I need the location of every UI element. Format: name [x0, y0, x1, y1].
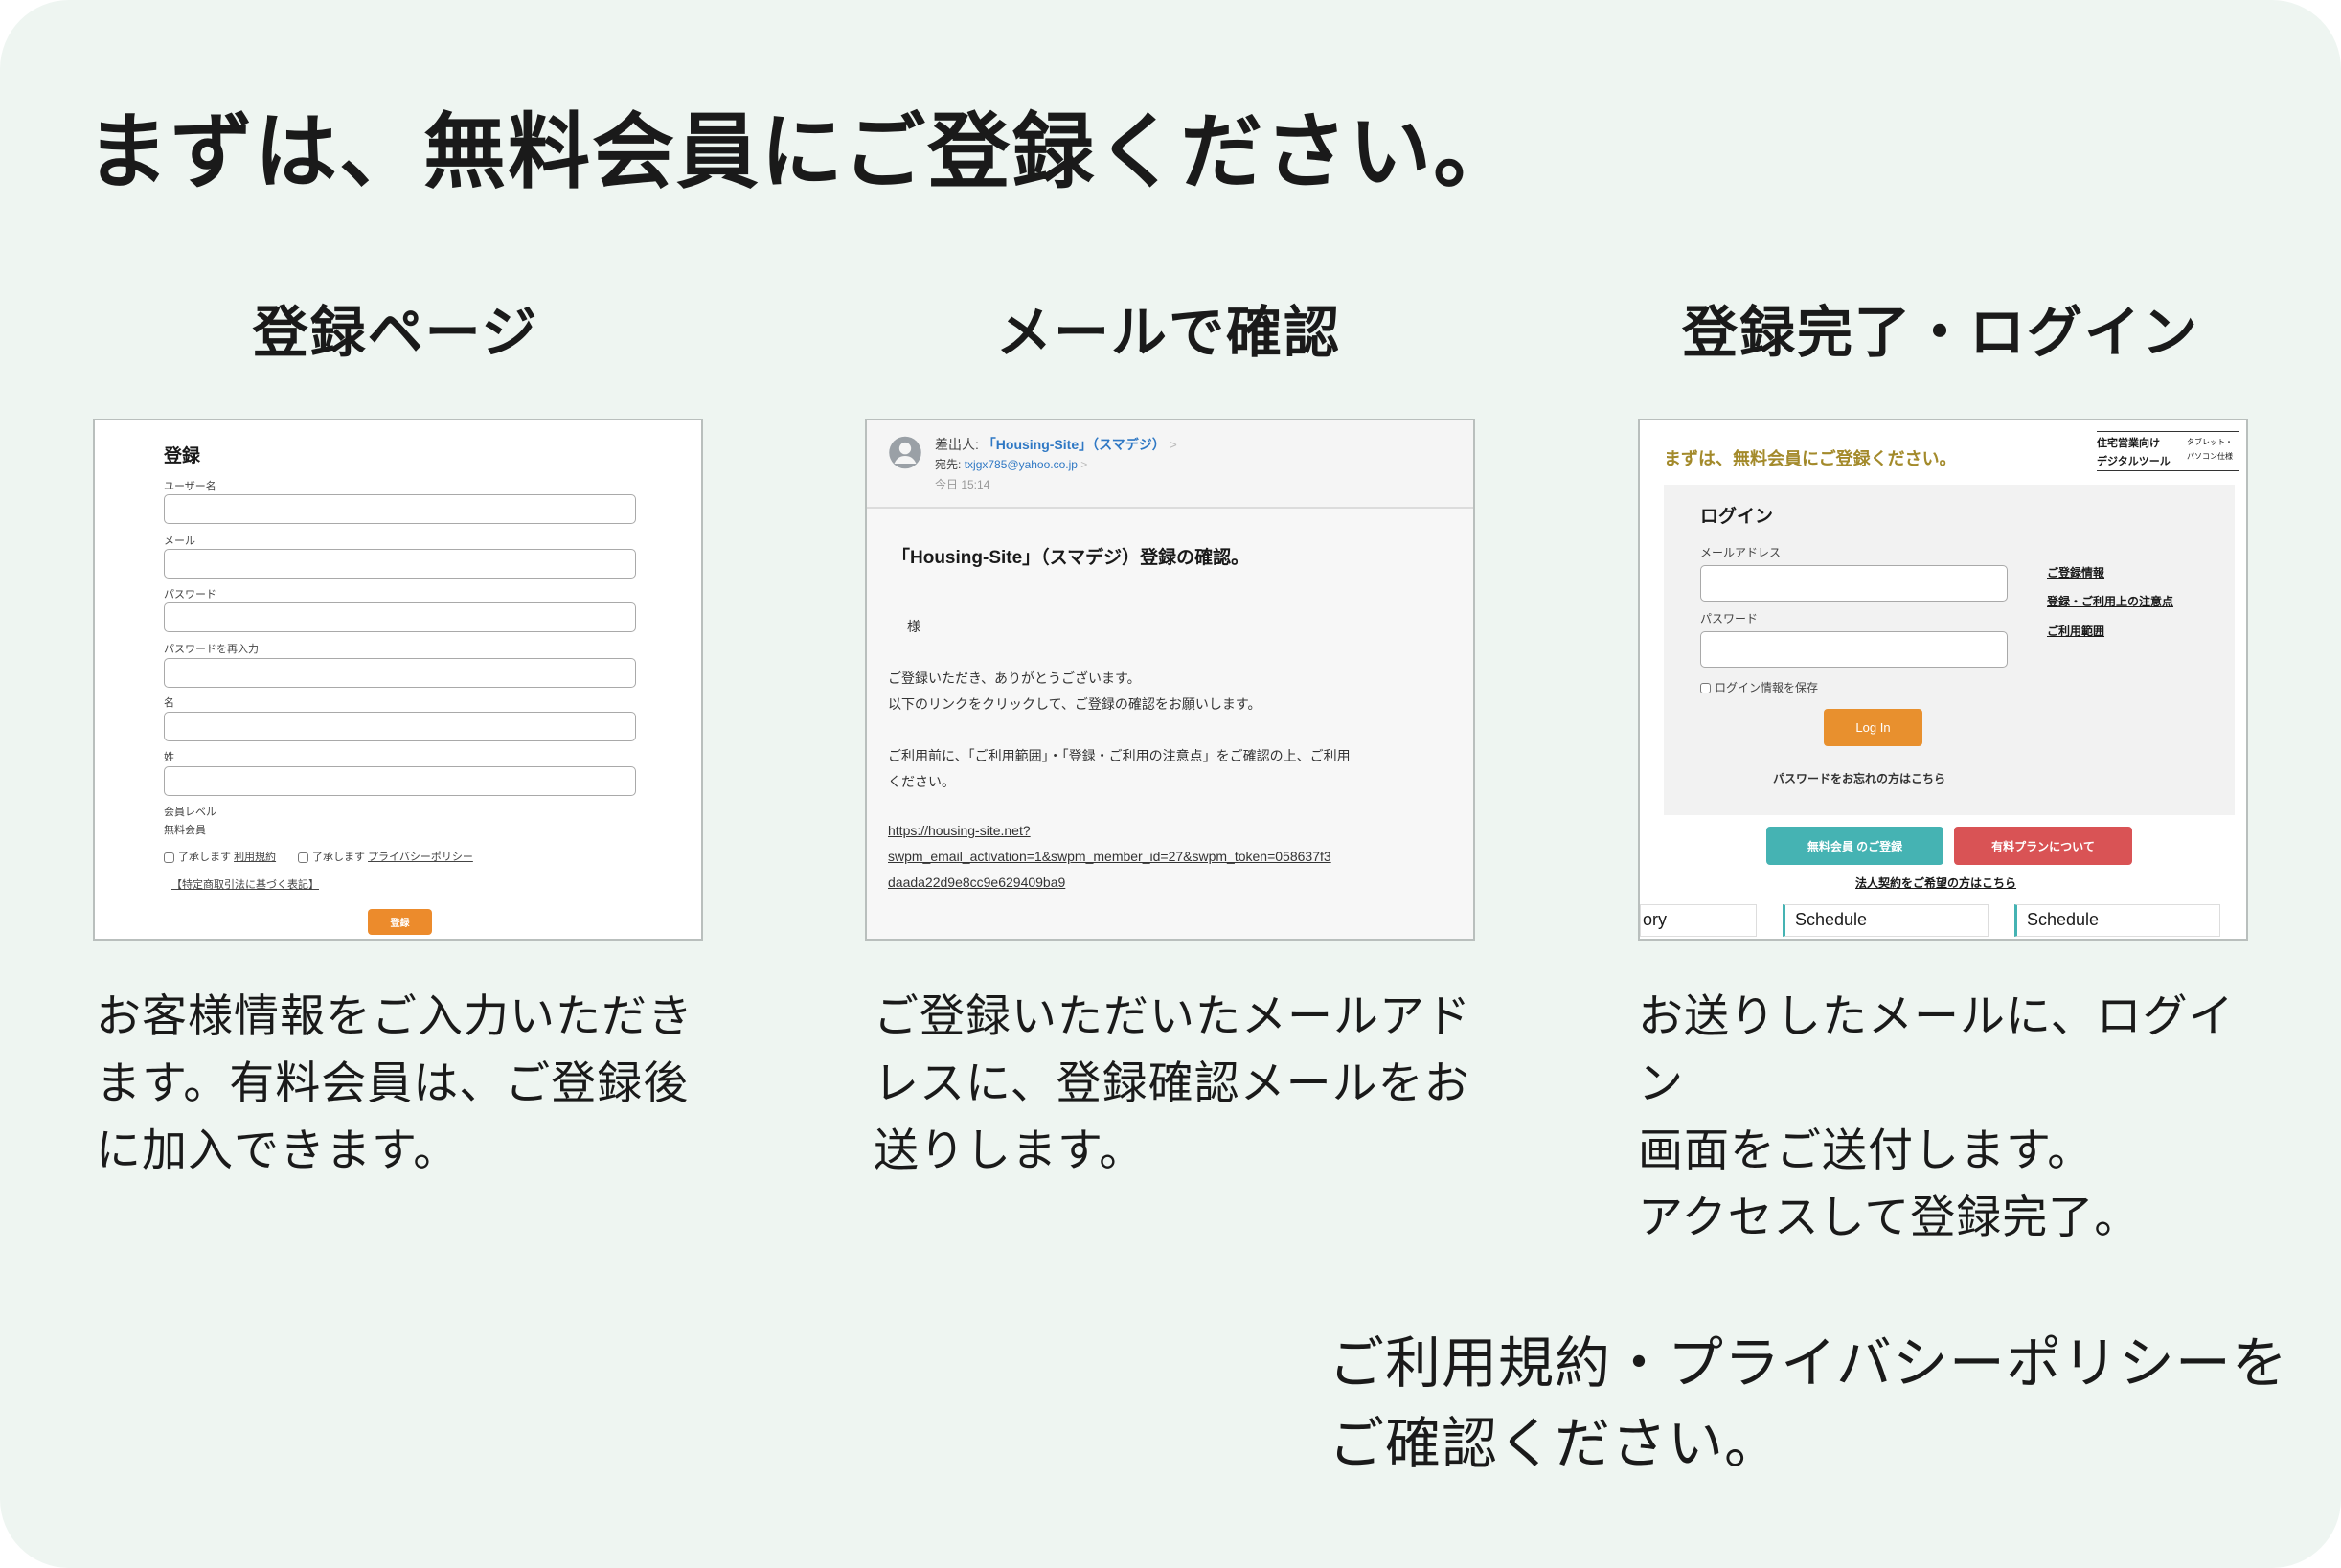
level-value: 無料会員 [164, 825, 206, 836]
activation-link[interactable]: daada22d9e8cc9e629409ba9 [888, 875, 1065, 890]
field-label: パスワード [164, 589, 216, 601]
schedule-card[interactable]: Schedule [2014, 904, 2220, 937]
form-heading: 登録 [164, 446, 201, 466]
login-banner: まずは、無料会員にご登録ください。 [1664, 449, 1957, 468]
privacy-checkbox[interactable] [298, 852, 308, 863]
field-label: 姓 [164, 752, 174, 763]
field-label: メール [164, 535, 195, 547]
salutation: 様 [907, 619, 920, 634]
first-name-input[interactable] [164, 712, 636, 741]
body-line: 以下のリンクをクリックして、ご登録の確認をお願いします。 [888, 696, 1261, 712]
field-label: パスワードを再入力 [164, 644, 259, 655]
to-line: 宛先: txjgx785@yahoo.co.jp > [935, 458, 1088, 471]
login-email-input[interactable] [1700, 565, 2008, 602]
confirmation-email-screenshot: 差出人: 「Housing-Site」（スマデジ） > 宛先: txjgx785… [865, 419, 1475, 941]
side-link-registration-info[interactable]: ご登録情報 [2047, 564, 2104, 580]
body-line: ご利用前に、「ご利用範囲」・「登録・ご利用の注意点」をご確認の上、ご利用 [888, 748, 1351, 763]
field-label: ユーザー名 [164, 481, 216, 492]
password-confirm-input[interactable] [164, 658, 636, 688]
email-subject: 「Housing-Site」（スマデジ）登録の確認。 [892, 548, 1250, 568]
category-card[interactable]: ory [1640, 904, 1757, 937]
login-password-input[interactable] [1700, 631, 2008, 668]
password-label: パスワード [1700, 612, 1759, 625]
site-logo: 住宅営業向け デジタルツール タブレット・ パソコン仕様 [2097, 431, 2239, 471]
terms-link[interactable]: 利用規約 [234, 852, 276, 863]
last-name-input[interactable] [164, 766, 636, 796]
step-2-heading: メールで確認 [995, 302, 1341, 364]
remember-login[interactable]: ログイン情報を保存 [1700, 679, 1818, 695]
policy-note: ご利用規約・プライバシーポリシーを ご確認ください。 [1329, 1332, 2288, 1475]
level-label: 会員レベル [164, 807, 216, 818]
login-page-screenshot: まずは、無料会員にご登録ください。 住宅営業向け デジタルツール タブレット・ … [1638, 419, 2248, 941]
step-1-description: お客様情報をご入力いただきます。有料会員は、ご登録後に加入できます。 [96, 990, 693, 1175]
side-link-notes[interactable]: 登録・ご利用上の注意点 [2047, 593, 2173, 609]
login-button[interactable]: Log In [1824, 709, 1922, 746]
forgot-password-link[interactable]: パスワードをお忘れの方はこちら [1773, 770, 1945, 786]
step-3-heading: 登録完了・ログイン [1681, 302, 2199, 364]
sender[interactable]: 「Housing-Site」（スマデジ） [983, 437, 1166, 452]
email-input[interactable] [164, 549, 636, 579]
recipient[interactable]: txjgx785@yahoo.co.jp [965, 458, 1078, 471]
terms-checkbox[interactable] [164, 852, 174, 863]
side-link-usage-scope[interactable]: ご利用範囲 [2047, 623, 2104, 639]
from-line: 差出人: 「Housing-Site」（スマデジ） > [935, 437, 1177, 452]
email-time: 今日 15:14 [935, 478, 990, 491]
username-input[interactable] [164, 494, 636, 524]
register-submit-button[interactable]: 登録 [368, 909, 432, 935]
password-input[interactable] [164, 602, 636, 632]
free-member-register-button[interactable]: 無料会員 のご登録 [1766, 827, 1943, 865]
privacy-agree[interactable]: 了承します プライバシーポリシー [298, 849, 473, 864]
step-1-heading: 登録ページ [252, 302, 539, 364]
field-label: 名 [164, 697, 174, 709]
legal-notice-link[interactable]: 【特定商取引法に基づく表記】 [171, 876, 319, 892]
page-title: まずは、無料会員にご登録ください。 [86, 106, 1518, 198]
step-2-description: ご登録いただいたメールアドレスに、登録確認メールをお送りします。 [874, 990, 1471, 1175]
body-line: ください。 [888, 774, 955, 789]
login-heading: ログイン [1700, 507, 1774, 527]
registration-page-screenshot: 登録 ユーザー名 メール パスワード パスワードを再入力 名 姓 会員レベル 無… [93, 419, 703, 941]
remember-checkbox[interactable] [1700, 683, 1711, 694]
step-3-description: お送りしたメールに、ログイン 画面をご送付します。 アクセスして登録完了。 [1638, 990, 2235, 1242]
corporate-contract-link[interactable]: 法人契約をご希望の方はこちら [1855, 875, 2016, 891]
paid-plan-button[interactable]: 有料プランについて [1954, 827, 2132, 865]
terms-agree[interactable]: 了承します 利用規約 [164, 849, 276, 864]
privacy-link[interactable]: プライバシーポリシー [368, 852, 473, 863]
body-line: ご登録いただき、ありがとうございます。 [888, 670, 1141, 686]
email-label: メールアドレス [1700, 546, 1782, 559]
activation-link[interactable]: https://housing-site.net? [888, 823, 1031, 838]
activation-link[interactable]: swpm_email_activation=1&swpm_member_id=2… [888, 849, 1331, 864]
schedule-card[interactable]: Schedule [1783, 904, 1989, 937]
avatar-icon [889, 436, 921, 469]
